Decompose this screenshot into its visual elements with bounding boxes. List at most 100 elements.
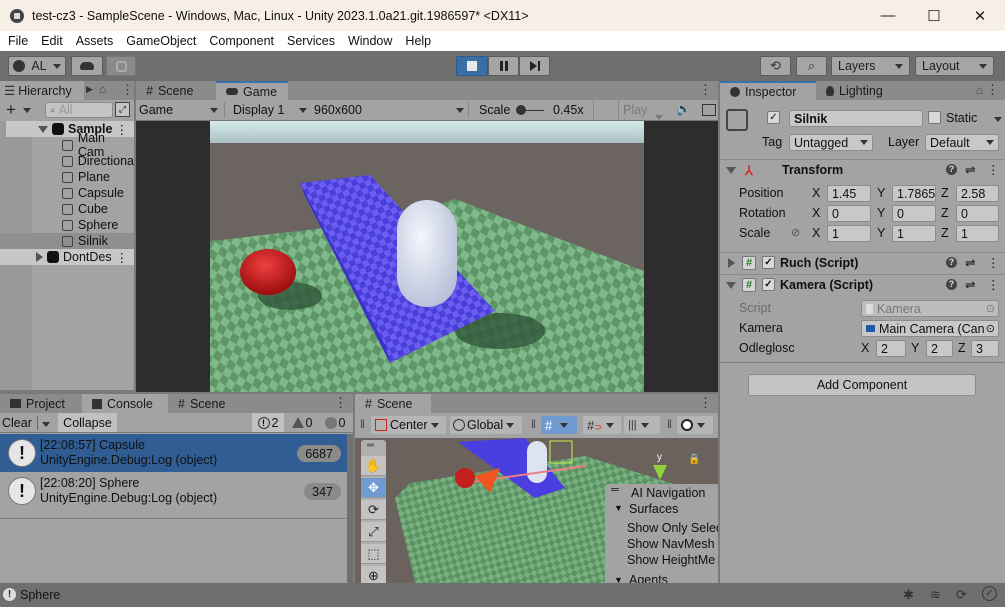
kebab-menu-icon[interactable]: ⋮ bbox=[987, 162, 1000, 177]
expand-icon[interactable] bbox=[38, 125, 48, 133]
warning-filter-toggle[interactable]: 0 bbox=[286, 413, 318, 432]
static-dropdown-icon[interactable] bbox=[994, 117, 1002, 122]
transform-tool[interactable]: ⊕ bbox=[361, 566, 386, 583]
collapse-icon[interactable]: ▼ bbox=[614, 503, 623, 513]
rotation-z-field[interactable]: 0 bbox=[956, 205, 999, 222]
active-checkbox[interactable]: ✓ bbox=[767, 111, 780, 124]
menu-services[interactable]: Services bbox=[287, 34, 335, 48]
help-icon[interactable]: ? bbox=[946, 279, 957, 290]
clear-button[interactable]: Clear bbox=[2, 414, 50, 432]
console-entry-selected[interactable]: ! [22:08:57] Capsule UnityEngine.Debug:L… bbox=[0, 434, 347, 472]
surfaces-section[interactable]: Surfaces bbox=[629, 502, 678, 516]
scale-y-field[interactable]: 1 bbox=[892, 225, 936, 242]
collapse-icon[interactable]: ▼ bbox=[614, 575, 623, 583]
search-button[interactable]: ⌕ bbox=[796, 56, 827, 76]
menu-file[interactable]: File bbox=[8, 34, 28, 48]
kebab-menu-icon[interactable]: ⋮ bbox=[987, 277, 1000, 292]
show-heightmesh-toggle[interactable]: Show HeightMe bbox=[627, 553, 715, 567]
plastic-scm-button[interactable] bbox=[106, 56, 136, 76]
hierarchy-item[interactable]: Main Cam bbox=[32, 131, 134, 159]
lock-icon[interactable]: 🔒 bbox=[688, 454, 700, 465]
menu-window[interactable]: Window bbox=[348, 34, 392, 48]
mute-audio-icon[interactable]: 🔈 bbox=[676, 102, 691, 116]
hierarchy-item[interactable]: Sphere bbox=[32, 217, 134, 233]
scale-slider-handle[interactable] bbox=[516, 105, 526, 115]
close-button[interactable]: ✕ bbox=[957, 0, 1003, 31]
rotation-y-field[interactable]: 0 bbox=[892, 205, 936, 222]
increment-snap-toggle[interactable]: #⊃ bbox=[583, 416, 621, 434]
tab-console[interactable]: Console bbox=[82, 394, 168, 413]
pause-button[interactable] bbox=[488, 56, 519, 76]
console-split-divider[interactable] bbox=[0, 518, 353, 519]
drag-handle-icon[interactable]: ‖ bbox=[360, 417, 365, 431]
cloud-button[interactable] bbox=[71, 56, 103, 76]
collapse-icon[interactable] bbox=[726, 282, 736, 289]
hierarchy-item-selected[interactable]: Silnik bbox=[0, 233, 134, 249]
kebab-menu-icon[interactable]: ⋮ bbox=[699, 83, 712, 96]
game-mode-dropdown[interactable]: Game bbox=[139, 102, 225, 118]
menu-gameobject[interactable]: GameObject bbox=[126, 34, 196, 48]
help-icon[interactable]: ? bbox=[946, 257, 957, 268]
object-name-field[interactable]: Silnik bbox=[789, 110, 923, 127]
kamera-object-field[interactable]: Main Camera (Can ⊙ bbox=[861, 320, 999, 337]
info-filter-toggle[interactable]: ! 2 bbox=[252, 413, 284, 432]
odleglosc-z-field[interactable]: 3 bbox=[971, 340, 999, 357]
position-x-field[interactable]: 1.45 bbox=[827, 185, 871, 202]
space-global-dropdown[interactable]: Global bbox=[450, 416, 522, 434]
ruch-script-header[interactable]: # ✓ Ruch (Script) ? ⇌ ⋮ bbox=[720, 252, 1005, 273]
constrain-proportions-icon[interactable]: ⊘ bbox=[791, 226, 800, 239]
layer-dropdown[interactable]: Default bbox=[925, 134, 999, 151]
display-dropdown[interactable]: Display 1 bbox=[233, 102, 311, 118]
tab-project[interactable]: Project bbox=[0, 394, 82, 413]
play-stop-button[interactable] bbox=[456, 56, 488, 76]
menu-edit[interactable]: Edit bbox=[41, 34, 63, 48]
menu-component[interactable]: Component bbox=[209, 34, 274, 48]
pivot-center-dropdown[interactable]: Center bbox=[371, 416, 446, 434]
hierarchy-item[interactable]: Plane bbox=[32, 169, 134, 185]
tab-hierarchy[interactable]: ☰ Hierarchy bbox=[0, 81, 84, 100]
menu-help[interactable]: Help bbox=[405, 34, 431, 48]
undo-history-button[interactable]: ⟲ bbox=[760, 56, 791, 76]
kebab-menu-icon[interactable]: ⋮ bbox=[334, 396, 347, 409]
scene-viewport[interactable]: y ═ ✋ ✥ ⟳ ⤢ ⬚ ⊕ 🔒 ═ AI Navigation ▼ Surf… bbox=[355, 438, 718, 583]
rect-tool[interactable]: ⬚ bbox=[361, 544, 386, 564]
position-y-field[interactable]: 1.7865 bbox=[892, 185, 936, 202]
layout-dropdown[interactable]: Layout bbox=[915, 56, 994, 76]
expand-icon[interactable] bbox=[36, 252, 43, 262]
draw-mode-dropdown[interactable] bbox=[677, 416, 713, 434]
show-navmesh-toggle[interactable]: Show NavMesh bbox=[627, 537, 715, 551]
cache-server-icon[interactable]: ≋ bbox=[930, 587, 941, 603]
kebab-menu-icon[interactable]: ⋮ bbox=[987, 255, 1000, 270]
account-dropdown[interactable]: AL bbox=[8, 56, 66, 76]
odleglosc-y-field[interactable]: 2 bbox=[926, 340, 953, 357]
ruler-dropdown[interactable]: ||| bbox=[624, 416, 660, 434]
static-checkbox[interactable] bbox=[928, 111, 941, 124]
add-dropdown-icon[interactable] bbox=[23, 108, 31, 113]
hierarchy-item[interactable]: Directiona bbox=[32, 153, 134, 169]
lock-icon[interactable]: ⌂ bbox=[99, 82, 106, 96]
add-icon[interactable]: + bbox=[6, 100, 16, 120]
hierarchy-more-icon[interactable]: ▶ bbox=[86, 84, 93, 95]
hand-tool[interactable]: ✋ bbox=[361, 456, 386, 476]
kebab-menu-icon[interactable]: ⋮ bbox=[699, 396, 712, 409]
collapse-toggle[interactable]: Collapse bbox=[58, 413, 117, 432]
tab-game[interactable]: Game bbox=[216, 81, 288, 100]
drag-handle-icon[interactable]: ‖ bbox=[667, 417, 672, 431]
odleglosc-x-field[interactable]: 2 bbox=[876, 340, 906, 357]
scene-visibility-icon[interactable]: ⤢ bbox=[115, 102, 130, 117]
hierarchy-item[interactable]: Capsule bbox=[32, 185, 134, 201]
kebab-menu-icon[interactable]: ⋮ bbox=[986, 83, 999, 96]
kebab-menu-icon[interactable]: ⋮ bbox=[121, 82, 134, 98]
hierarchy-dontdestroy-row[interactable]: DontDes ⋮ bbox=[0, 249, 134, 265]
scale-z-field[interactable]: 1 bbox=[956, 225, 999, 242]
tab-scene-console[interactable]: # Scene bbox=[168, 394, 248, 413]
check-icon[interactable]: ✓ bbox=[982, 586, 997, 601]
scale-x-field[interactable]: 1 bbox=[827, 225, 871, 242]
kamera-enabled-checkbox[interactable]: ✓ bbox=[762, 278, 775, 291]
rotation-x-field[interactable]: 0 bbox=[827, 205, 871, 222]
tab-scene[interactable]: # Scene bbox=[136, 81, 216, 100]
collapse-icon[interactable] bbox=[726, 167, 736, 174]
help-icon[interactable]: ? bbox=[946, 164, 957, 175]
drag-handle-icon[interactable]: ‖ bbox=[531, 417, 536, 431]
error-filter-toggle[interactable]: 0 bbox=[319, 413, 351, 432]
